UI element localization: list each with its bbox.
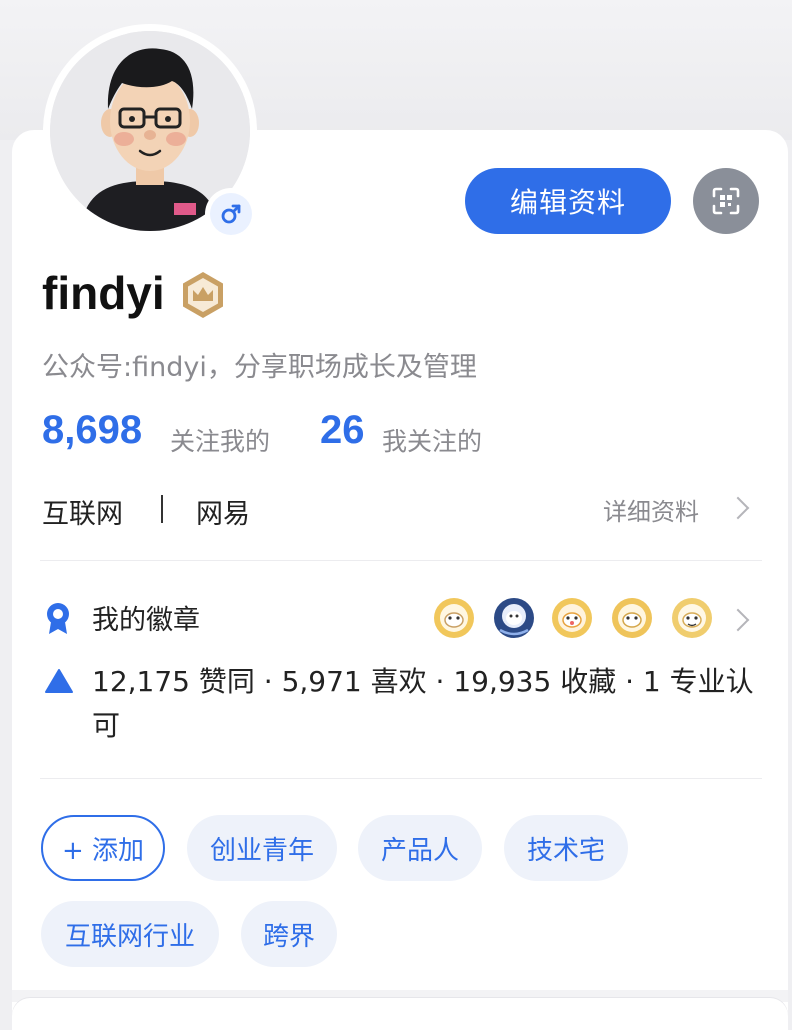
company: 网易 — [196, 499, 250, 530]
profile-card — [12, 130, 788, 1030]
edit-profile-button[interactable]: 编辑资料 — [465, 168, 671, 234]
tag-item[interactable]: 创业青年 — [187, 815, 337, 881]
tag-item[interactable]: 技术宅 — [504, 815, 628, 881]
medal-5-icon[interactable] — [670, 596, 714, 640]
following-label[interactable]: 我关注的 — [382, 422, 482, 458]
username: findyi — [42, 267, 165, 319]
detail-info-link[interactable]: 详细资料 — [603, 492, 699, 527]
gender-badge — [205, 188, 257, 240]
medal-1-icon[interactable] — [432, 596, 476, 640]
medal-4-icon[interactable] — [610, 596, 654, 640]
tag-item[interactable]: 跨界 — [241, 901, 337, 967]
next-card — [12, 998, 788, 1028]
tag-item[interactable]: 产品人 — [358, 815, 482, 881]
my-badges-title[interactable]: 我的徽章 — [92, 598, 200, 637]
followers-count[interactable]: 8,698 — [42, 408, 142, 453]
badge-icon — [47, 603, 69, 634]
add-tag-button[interactable]: + 添加 — [41, 815, 165, 881]
medal-3-icon[interactable] — [550, 596, 594, 640]
qr-code-button[interactable] — [693, 168, 759, 234]
industry-separator — [161, 495, 163, 523]
followers-label[interactable]: 关注我的 — [170, 422, 270, 458]
following-count[interactable]: 26 — [320, 408, 365, 453]
industry: 互联网 — [42, 499, 123, 530]
qr-code-icon — [712, 187, 740, 215]
tag-item[interactable]: 互联网行业 — [41, 901, 219, 967]
medal-2-icon[interactable] — [492, 596, 536, 640]
bio: 公众号:findyi，分享职场成长及管理 — [42, 352, 477, 383]
male-icon — [210, 193, 252, 235]
divider — [40, 560, 762, 561]
divider — [40, 778, 762, 779]
achievement-stats: 12,175 赞同 · 5,971 喜欢 · 19,935 收藏 · 1 专业认… — [92, 665, 754, 742]
crown-badge-icon[interactable] — [178, 270, 228, 320]
upvote-triangle-icon — [45, 669, 73, 693]
